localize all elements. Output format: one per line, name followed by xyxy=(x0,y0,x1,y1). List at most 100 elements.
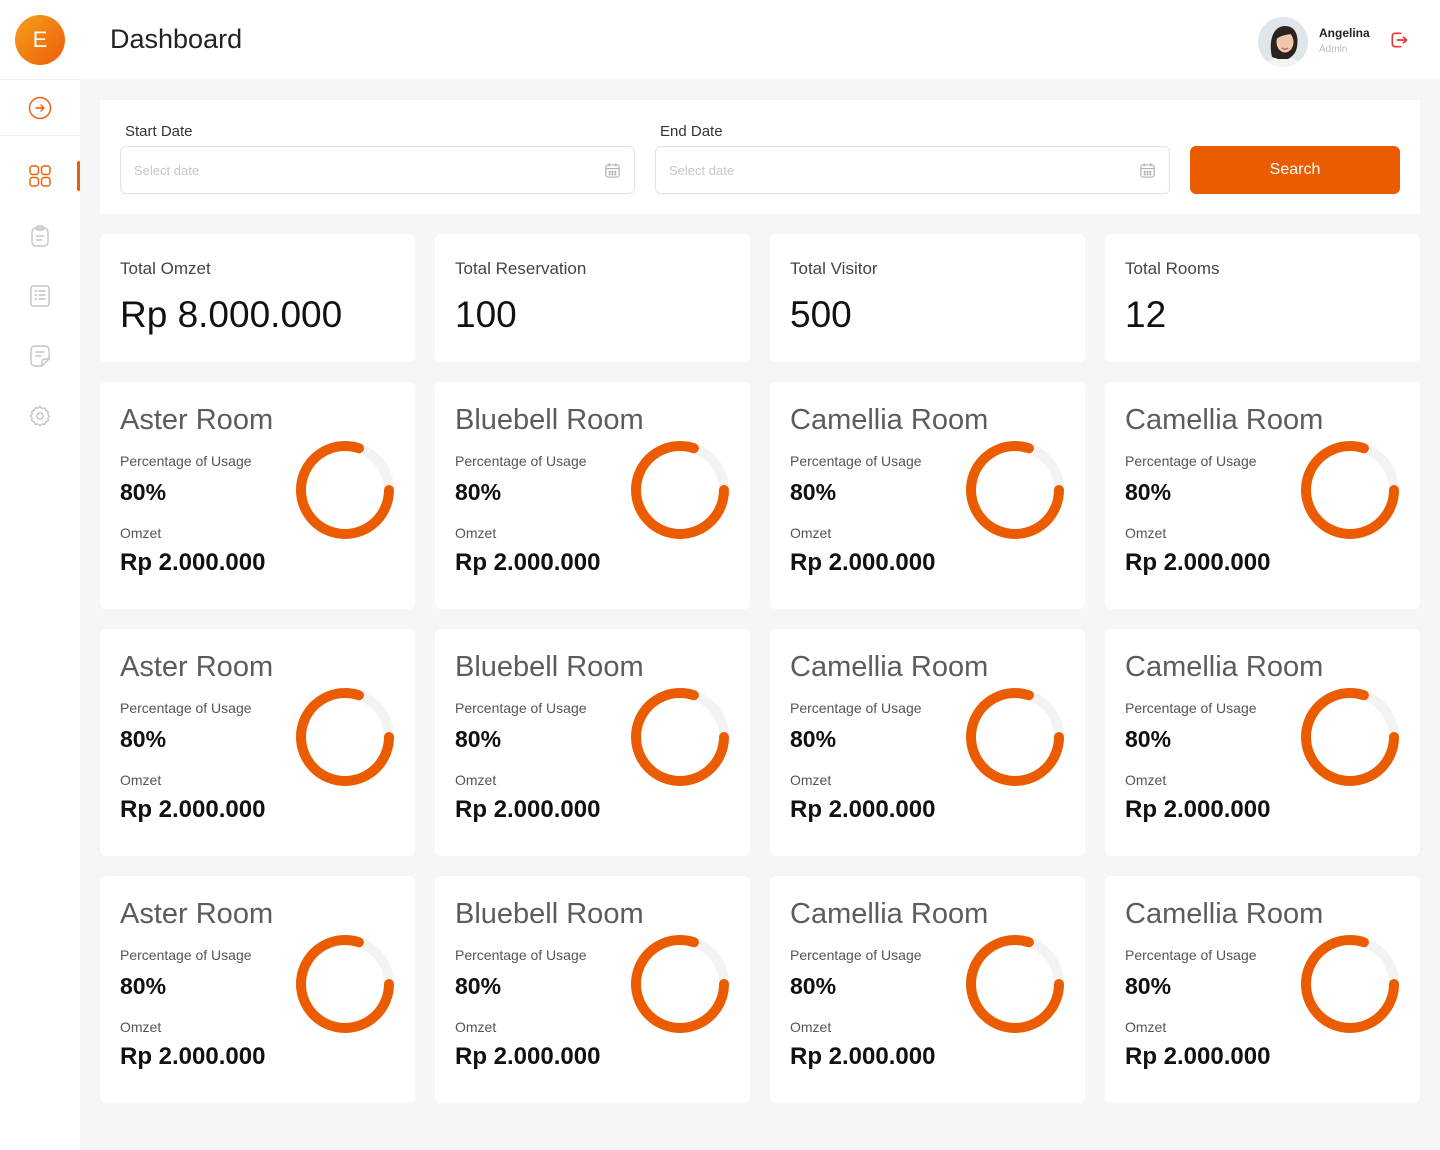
omzet-label: Omzet xyxy=(455,1019,497,1035)
omzet-value: Rp 2.000.000 xyxy=(120,1043,266,1070)
usage-donut-chart xyxy=(966,441,1064,539)
clipboard-icon xyxy=(31,225,49,247)
start-date-picker[interactable] xyxy=(120,146,635,194)
usage-label: Percentage of Usage xyxy=(455,453,587,469)
stat-value: 12 xyxy=(1125,294,1167,335)
usage-value: 80% xyxy=(455,726,502,752)
stat-label: Total Reservation xyxy=(455,259,587,278)
room-card: Camellia Room Percentage of Usage 80% Omzet… xyxy=(1105,876,1420,1103)
room-name: Bluebell Room xyxy=(455,651,644,683)
stat-card-total-rooms: Total Rooms 12 xyxy=(1105,234,1420,362)
room-card: Aster Room Percentage of Usage 80% Omzet Rp … xyxy=(100,876,415,1103)
calendar-icon[interactable] xyxy=(604,162,621,179)
omzet-value: Rp 2.000.000 xyxy=(1125,796,1271,823)
usage-label: Percentage of Usage xyxy=(120,453,252,469)
room-card: Camellia Room Percentage of Usage 80% Omzet… xyxy=(770,876,1085,1103)
logo-letter: E xyxy=(32,27,48,52)
sidebar-divider xyxy=(0,79,80,80)
user-role: Admin xyxy=(1319,44,1348,55)
app-logo[interactable]: E xyxy=(15,15,65,65)
settings-gear-icon xyxy=(29,405,51,427)
room-name: Aster Room xyxy=(120,404,274,436)
usage-label: Percentage of Usage xyxy=(120,700,252,716)
room-card: Camellia Room Percentage of Usage 80% Omzet… xyxy=(1105,629,1420,856)
sidebar-item-settings[interactable] xyxy=(28,404,52,428)
usage-label: Percentage of Usage xyxy=(455,947,587,963)
end-date-input[interactable] xyxy=(669,147,1109,193)
room-name: Aster Room xyxy=(120,651,274,683)
usage-value: 80% xyxy=(790,726,837,752)
stat-card-total-omzet: Total Omzet Rp 8.000.000 xyxy=(100,234,415,362)
omzet-value: Rp 2.000.000 xyxy=(790,1043,936,1070)
usage-donut-chart xyxy=(966,935,1064,1033)
sidebar: E xyxy=(0,0,80,1150)
room-card: Camellia Room Percentage of Usage 80% Omzet… xyxy=(770,382,1085,609)
usage-donut-chart xyxy=(296,441,394,539)
usage-label: Percentage of Usage xyxy=(790,700,922,716)
user-avatar[interactable] xyxy=(1258,17,1308,67)
page-title: Dashboard xyxy=(110,24,243,54)
stat-value: 500 xyxy=(790,294,852,335)
usage-donut-chart xyxy=(631,935,729,1033)
omzet-value: Rp 2.000.000 xyxy=(455,1043,601,1070)
sidebar-item-dashboard[interactable] xyxy=(28,164,52,188)
omzet-value: Rp 2.000.000 xyxy=(790,796,936,823)
usage-value: 80% xyxy=(1125,726,1172,752)
top-bar: Dashboard Angelina Admin xyxy=(80,0,1440,79)
usage-value: 80% xyxy=(120,973,167,999)
calendar-icon[interactable] xyxy=(1139,162,1156,179)
logout-button[interactable] xyxy=(1388,29,1410,51)
dashboard-grid-icon xyxy=(29,165,51,187)
usage-value: 80% xyxy=(1125,973,1172,999)
start-date-input[interactable] xyxy=(134,147,574,193)
room-card: Bluebell Room Percentage of Usage 80% Omzet… xyxy=(435,876,750,1103)
usage-label: Percentage of Usage xyxy=(455,700,587,716)
omzet-value: Rp 2.000.000 xyxy=(1125,549,1271,576)
sidebar-active-indicator xyxy=(77,161,80,191)
usage-value: 80% xyxy=(120,726,167,752)
room-card: Aster Room Percentage of Usage 80% Omzet Rp … xyxy=(100,629,415,856)
room-card: Camellia Room Percentage of Usage 80% Omzet… xyxy=(1105,382,1420,609)
omzet-label: Omzet xyxy=(1125,525,1167,541)
report-list-icon xyxy=(30,285,50,307)
omzet-value: Rp 2.000.000 xyxy=(455,549,601,576)
room-name: Bluebell Room xyxy=(455,898,644,930)
usage-value: 80% xyxy=(1125,479,1172,505)
omzet-label: Omzet xyxy=(455,525,497,541)
omzet-value: Rp 2.000.000 xyxy=(120,796,266,823)
expand-arrow-icon xyxy=(28,96,52,120)
room-name: Camellia Room xyxy=(790,651,989,683)
usage-value: 80% xyxy=(120,479,167,505)
room-card: Bluebell Room Percentage of Usage 80% Omzet… xyxy=(435,382,750,609)
stat-label: Total Rooms xyxy=(1125,259,1220,278)
omzet-label: Omzet xyxy=(120,772,162,788)
end-date-picker[interactable] xyxy=(655,146,1170,194)
room-card: Bluebell Room Percentage of Usage 80% Omzet… xyxy=(435,629,750,856)
omzet-label: Omzet xyxy=(790,525,832,541)
usage-label: Percentage of Usage xyxy=(790,453,922,469)
sidebar-item-reports[interactable] xyxy=(28,284,52,308)
sidebar-expand-button[interactable] xyxy=(28,96,52,120)
search-button[interactable]: Search xyxy=(1190,146,1400,194)
room-name: Bluebell Room xyxy=(455,404,644,436)
sidebar-item-reservations[interactable] xyxy=(28,224,52,248)
usage-label: Percentage of Usage xyxy=(1125,947,1257,963)
stat-card-total-reservation: Total Reservation 100 xyxy=(435,234,750,362)
omzet-value: Rp 2.000.000 xyxy=(790,549,936,576)
omzet-value: Rp 2.000.000 xyxy=(1125,1043,1271,1070)
room-name: Camellia Room xyxy=(1125,651,1324,683)
stat-label: Total Omzet xyxy=(120,259,211,278)
end-date-label: End Date xyxy=(660,123,723,140)
room-card: Camellia Room Percentage of Usage 80% Omzet… xyxy=(770,629,1085,856)
room-name: Camellia Room xyxy=(1125,898,1324,930)
stat-card-total-visitor: Total Visitor 500 xyxy=(770,234,1085,362)
omzet-label: Omzet xyxy=(455,772,497,788)
usage-donut-chart xyxy=(1301,441,1399,539)
usage-label: Percentage of Usage xyxy=(790,947,922,963)
logout-icon xyxy=(1391,32,1408,48)
date-filter-panel: Start Date End Date Search xyxy=(100,100,1420,214)
room-name: Aster Room xyxy=(120,898,274,930)
usage-donut-chart xyxy=(1301,688,1399,786)
sidebar-item-documents[interactable] xyxy=(28,344,52,368)
usage-value: 80% xyxy=(790,479,837,505)
